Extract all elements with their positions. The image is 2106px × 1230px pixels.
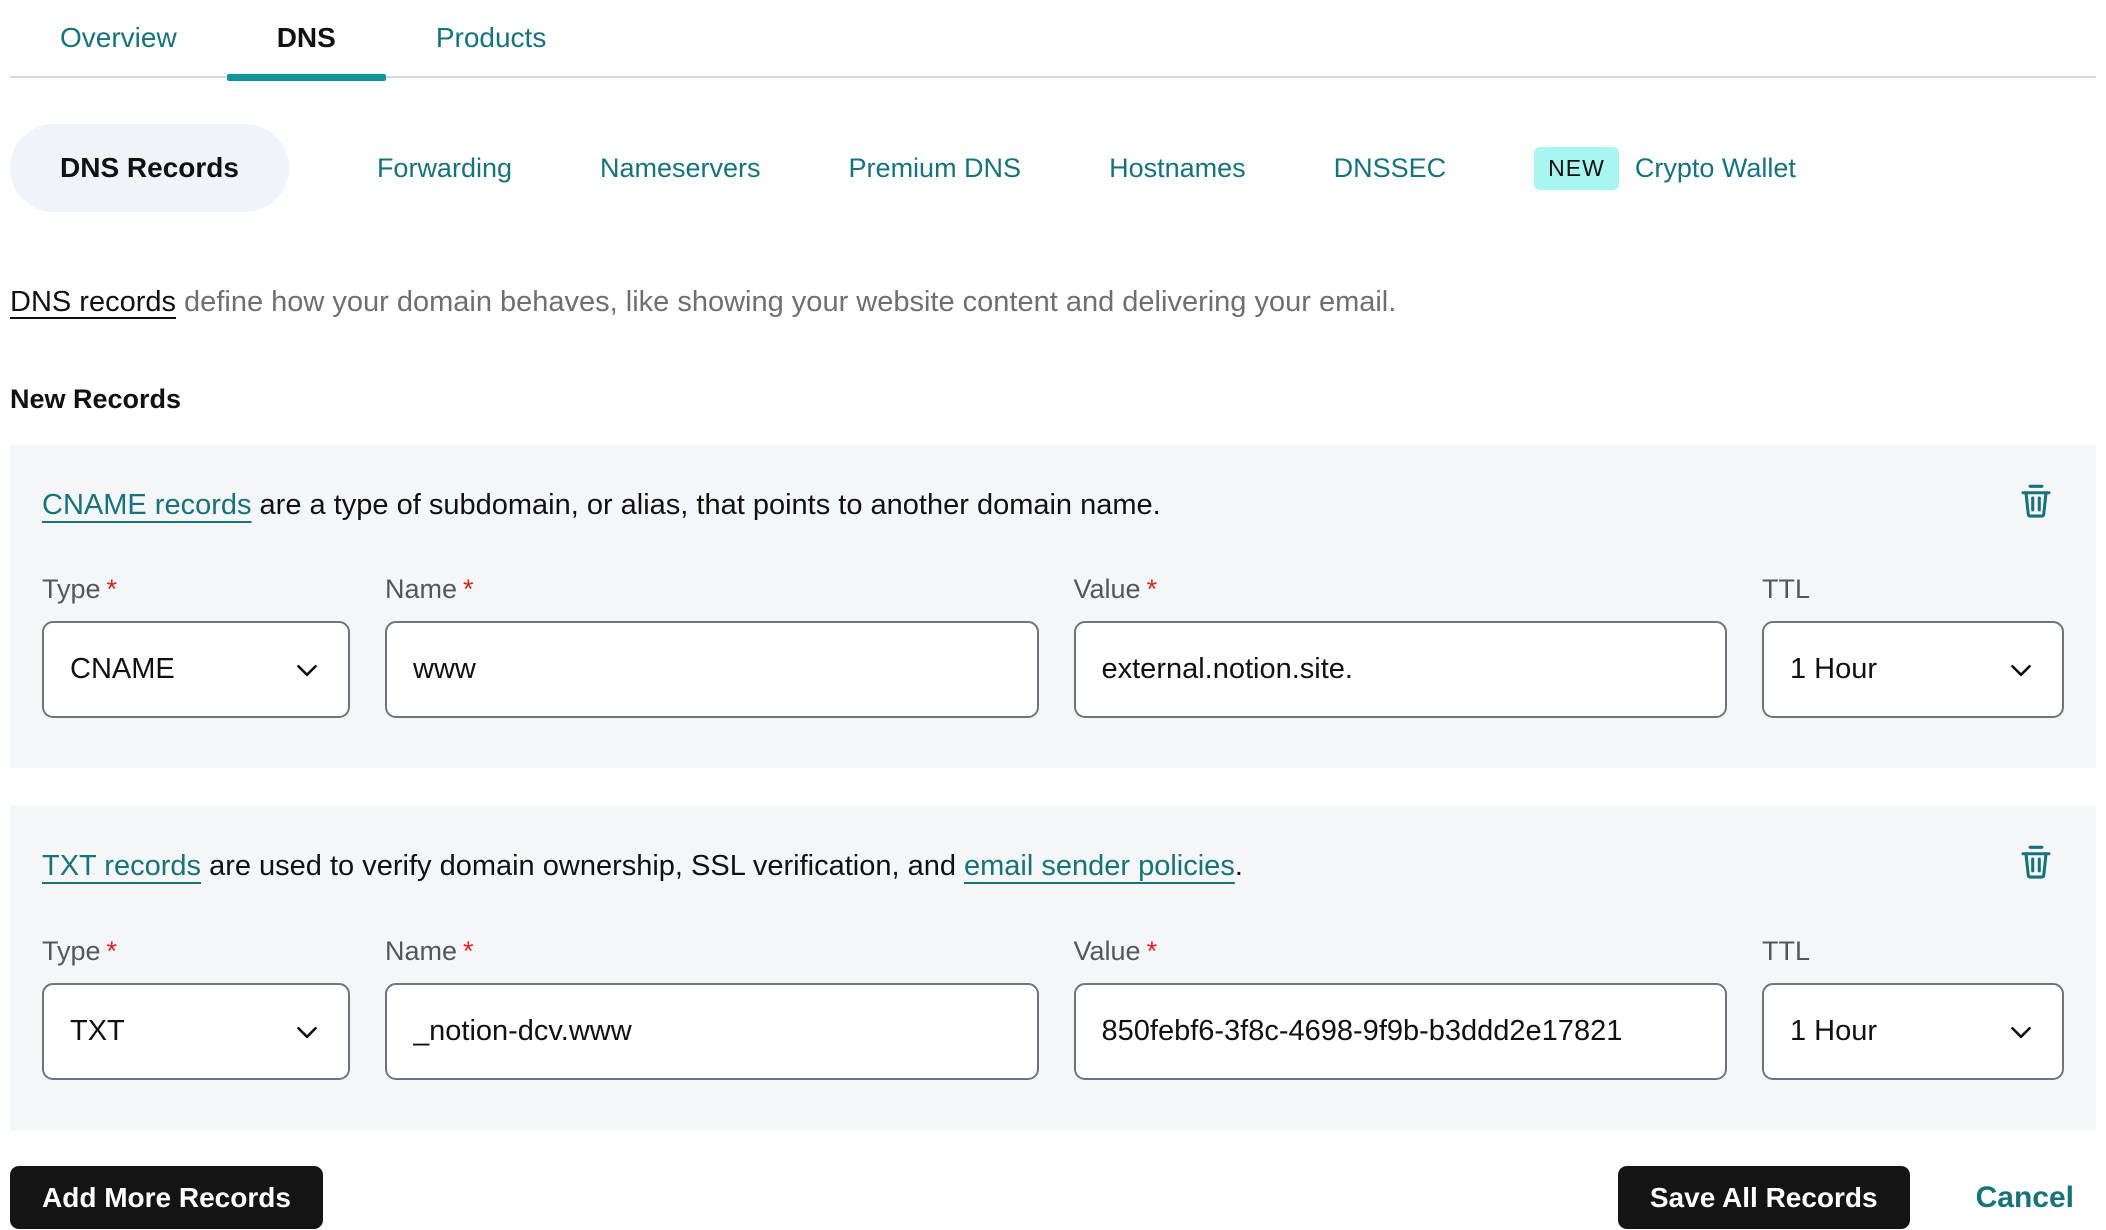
trash-icon bbox=[2021, 484, 2051, 518]
dns-subnav: DNS Records Forwarding Nameservers Premi… bbox=[10, 124, 2096, 212]
dns-management-page: Overview DNS Products DNS Records Forwar… bbox=[0, 0, 2106, 1230]
subnav-item-forwarding[interactable]: Forwarding bbox=[377, 153, 512, 184]
cname-type-label-text: Type bbox=[42, 574, 101, 605]
tab-dns[interactable]: DNS bbox=[226, 0, 386, 81]
dns-intro-rest: define how your domain behaves, like sho… bbox=[176, 286, 1397, 318]
subnav-item-hostnames[interactable]: Hostnames bbox=[1109, 153, 1246, 184]
txt-description: TXT records are used to verify domain ow… bbox=[42, 848, 2064, 886]
cname-ttl-field: TTL 1 Hour bbox=[1762, 574, 2064, 719]
required-asterisk: * bbox=[1146, 936, 1158, 967]
txt-type-select[interactable]: TXT bbox=[42, 983, 350, 1081]
email-sender-policies-link[interactable]: email sender policies bbox=[964, 850, 1235, 882]
subnav-item-dnssec[interactable]: DNSSEC bbox=[1334, 153, 1447, 184]
cname-name-input[interactable] bbox=[385, 621, 1039, 719]
subnav-item-premium-dns[interactable]: Premium DNS bbox=[849, 153, 1022, 184]
cname-fields-row: Type* CNAME Name* Value* TTL 1 Hour bbox=[42, 574, 2064, 719]
txt-ttl-label: TTL bbox=[1762, 936, 2064, 967]
save-all-records-button[interactable]: Save All Records bbox=[1617, 1166, 1910, 1230]
txt-type-selected-value: TXT bbox=[70, 1015, 125, 1048]
trash-icon bbox=[2021, 846, 2051, 879]
cancel-button[interactable]: Cancel bbox=[1976, 1181, 2074, 1215]
cname-description: CNAME records are a type of subdomain, o… bbox=[42, 487, 2064, 525]
subnav-item-crypto-wallet[interactable]: NEW Crypto Wallet bbox=[1534, 146, 1796, 190]
chevron-down-icon bbox=[2011, 664, 2031, 676]
cname-ttl-selected-value: 1 Hour bbox=[1790, 653, 1878, 686]
form-actions-bar: Add More Records Save All Records Cancel bbox=[10, 1166, 2096, 1230]
subnav-item-dns-records[interactable]: DNS Records bbox=[10, 124, 289, 212]
txt-fields-row: Type* TXT Name* Value* TTL 1 Hour bbox=[42, 936, 2064, 1081]
cname-value-input[interactable] bbox=[1073, 621, 1727, 719]
txt-ttl-selected-value: 1 Hour bbox=[1790, 1015, 1878, 1048]
txt-name-field: Name * bbox=[385, 936, 1039, 1081]
cname-value-label-text: Value bbox=[1073, 574, 1141, 605]
txt-type-label: Type * bbox=[42, 936, 350, 967]
delete-txt-record-button[interactable] bbox=[2012, 838, 2060, 886]
cname-type-label: Type * bbox=[42, 574, 350, 605]
txt-name-label-text: Name bbox=[385, 936, 458, 967]
txt-value-label-text: Value bbox=[1073, 936, 1141, 967]
required-asterisk: * bbox=[106, 574, 118, 605]
required-asterisk: * bbox=[106, 936, 118, 967]
cname-name-label-text: Name bbox=[385, 574, 458, 605]
txt-ttl-field: TTL 1 Hour bbox=[1762, 936, 2064, 1081]
chevron-down-icon bbox=[2011, 1026, 2031, 1038]
dns-records-link[interactable]: DNS records bbox=[10, 286, 176, 318]
delete-cname-record-button[interactable] bbox=[2012, 477, 2060, 525]
chevron-down-icon bbox=[297, 1026, 317, 1038]
required-asterisk: * bbox=[1146, 574, 1158, 605]
txt-name-input[interactable] bbox=[385, 983, 1039, 1081]
add-more-records-button[interactable]: Add More Records bbox=[10, 1166, 323, 1230]
txt-records-link[interactable]: TXT records bbox=[42, 850, 201, 882]
txt-value-field: Value * bbox=[1073, 936, 1728, 1081]
cname-ttl-label-text: TTL bbox=[1762, 574, 1811, 605]
required-asterisk: * bbox=[463, 936, 474, 967]
txt-value-label: Value * bbox=[1074, 936, 1728, 967]
record-card-cname: CNAME records are a type of subdomain, o… bbox=[10, 444, 2096, 769]
txt-ttl-select[interactable]: 1 Hour bbox=[1762, 983, 2064, 1081]
cname-ttl-label: TTL bbox=[1762, 574, 2064, 605]
top-tab-bar: Overview DNS Products bbox=[10, 0, 2096, 81]
cname-name-label: Name * bbox=[385, 574, 1039, 605]
new-badge: NEW bbox=[1534, 146, 1619, 190]
cname-value-label: Value * bbox=[1074, 574, 1728, 605]
cname-type-selected-value: CNAME bbox=[70, 653, 175, 686]
tab-overview[interactable]: Overview bbox=[10, 0, 227, 77]
subnav-item-crypto-wallet-label: Crypto Wallet bbox=[1634, 152, 1796, 183]
tab-products[interactable]: Products bbox=[386, 0, 597, 77]
required-asterisk: * bbox=[463, 574, 474, 605]
cname-name-field: Name * bbox=[385, 574, 1039, 719]
cname-value-field: Value * bbox=[1073, 574, 1728, 719]
dns-intro-text: DNS records define how your domain behav… bbox=[10, 284, 2096, 322]
txt-value-input[interactable] bbox=[1073, 983, 1727, 1081]
txt-description-text: are used to verify domain ownership, SSL… bbox=[201, 850, 965, 883]
cname-type-field: Type * CNAME bbox=[42, 574, 350, 719]
new-records-heading: New Records bbox=[10, 383, 182, 414]
txt-type-field: Type * TXT bbox=[42, 936, 350, 1081]
record-card-txt: TXT records are used to verify domain ow… bbox=[10, 806, 2096, 1131]
txt-description-end: . bbox=[1234, 850, 1243, 883]
cname-type-select[interactable]: CNAME bbox=[42, 621, 350, 719]
cname-ttl-select[interactable]: 1 Hour bbox=[1762, 621, 2064, 719]
subnav-item-nameservers[interactable]: Nameservers bbox=[600, 153, 761, 184]
txt-type-label-text: Type bbox=[42, 936, 101, 967]
txt-ttl-label-text: TTL bbox=[1762, 936, 1811, 967]
chevron-down-icon bbox=[297, 664, 317, 676]
txt-name-label: Name * bbox=[385, 936, 1039, 967]
cname-records-link[interactable]: CNAME records bbox=[42, 489, 252, 521]
cname-description-text: are a type of subdomain, or alias, that … bbox=[251, 488, 1161, 521]
